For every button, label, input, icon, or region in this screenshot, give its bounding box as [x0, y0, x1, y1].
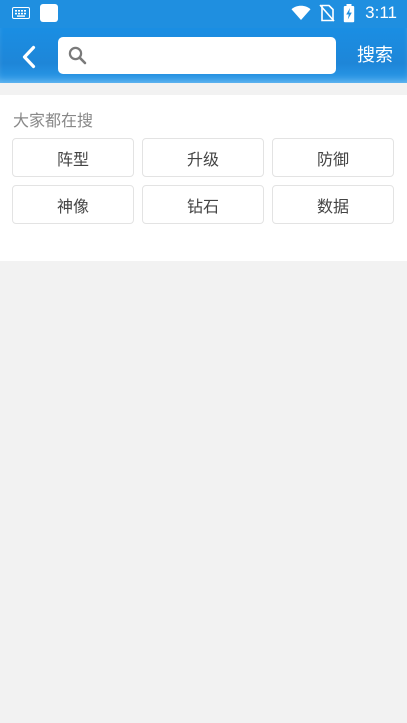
search-header: 搜索 [0, 28, 407, 83]
search-input[interactable] [94, 37, 326, 74]
hot-tag[interactable]: 神像 [12, 185, 134, 224]
hot-tag[interactable]: 阵型 [12, 138, 134, 177]
hot-tag[interactable]: 防御 [272, 138, 394, 177]
app-square-icon [40, 4, 58, 22]
battery-charging-icon [343, 3, 355, 23]
keyboard-icon [12, 7, 30, 19]
search-button[interactable]: 搜索 [357, 41, 393, 67]
status-right: 3:11 [291, 3, 397, 23]
wifi-icon [291, 5, 311, 21]
hot-search-panel: 大家都在搜 阵型 升级 防御 神像 钻石 数据 [0, 95, 407, 261]
search-icon [68, 46, 87, 69]
no-sim-icon [319, 4, 335, 22]
chevron-left-icon [22, 45, 36, 69]
status-bar: 3:11 [0, 0, 407, 28]
hot-tag[interactable]: 钻石 [142, 185, 264, 224]
hot-tag[interactable]: 升级 [142, 138, 264, 177]
search-box[interactable] [58, 37, 336, 74]
back-button[interactable] [12, 40, 46, 74]
status-left [12, 4, 58, 22]
hot-search-title: 大家都在搜 [13, 111, 94, 130]
hot-tag[interactable]: 数据 [272, 185, 394, 224]
hot-search-tags: 阵型 升级 防御 神像 钻石 数据 [12, 138, 395, 224]
status-clock: 3:11 [365, 3, 397, 22]
